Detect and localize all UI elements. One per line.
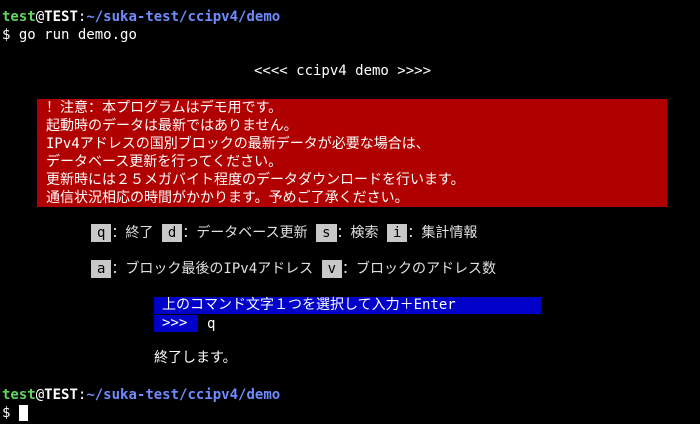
key-a[interactable]: a [91,260,112,278]
key-v[interactable]: v [321,260,343,278]
command-line-1: $ go run demo.go [2,26,137,44]
prompt-at: @ [35,387,45,403]
notice-box: ！注意：本プログラムはデモ用です。 起動時のデータは最新ではありません。 IPv… [37,99,667,207]
menu-label-search: ：検索 [336,225,379,241]
app-title: <<<< ccipv4 demo >>>> [254,63,432,79]
menu-row-2: a ：ブロック最後のIPv4アドレス v ：ブロックのアドレス数 [91,260,496,278]
prompt-path: ~/suka-test/ccipv4/demo [86,9,281,25]
key-s[interactable]: s [316,224,337,242]
key-d[interactable]: d [161,224,183,242]
notice-line: IPv4アドレスの国別ブロックの最新データが必要な場合は、 [46,136,430,152]
key-q[interactable]: q [91,224,112,242]
command-line-2[interactable]: $ [2,404,28,422]
command-text: go run demo.go [10,27,137,43]
notice-line: データベース更新を行ってください。 [46,154,283,170]
prompt-path: ~/suka-test/ccipv4/demo [86,387,281,403]
input-prompt: >>> [154,315,198,332]
notice-line: 更新時には２５メガバイト程度のデータダウンロードを行います。 [46,172,465,188]
notice-line: 起動時のデータは最新ではありません。 [46,118,298,134]
menu-label-stats: ：集計情報 [407,225,478,241]
prompt-host: TEST [44,9,78,25]
input-hint: 上のコマンド文字１つを選択して入力＋Enter [154,297,541,314]
notice-line: 通信状況相応の時間がかかります。予めご了承ください。 [46,190,409,206]
terminal-window[interactable]: test@TEST:~/suka-test/ccipv4/demo $ go r… [0,0,700,424]
input-value[interactable]: q [207,315,215,333]
shell-prompt-line-2: test@TEST:~/suka-test/ccipv4/demo [2,386,280,404]
menu-label-address-count: ：ブロックのアドレス数 [342,261,497,277]
prompt-at: @ [35,9,45,25]
prompt-host: TEST [44,387,78,403]
exit-message: 終了します。 [154,350,237,366]
text-cursor [18,405,28,421]
shell-prompt-line-1: test@TEST:~/suka-test/ccipv4/demo [2,8,280,26]
menu-row-1: q ：終了 d ：データベース更新 s ：検索 i ：集計情報 [91,224,477,242]
menu-label-last-address: ：ブロック最後のIPv4アドレス [111,261,314,277]
prompt-user: test [2,387,36,403]
key-i[interactable]: i [386,224,408,242]
menu-label-quit: ：終了 [111,225,154,241]
notice-line: ！注意：本プログラムはデモ用です。 [46,100,283,116]
prompt-user: test [2,9,36,25]
menu-label-db-update: ：データベース更新 [182,225,308,241]
